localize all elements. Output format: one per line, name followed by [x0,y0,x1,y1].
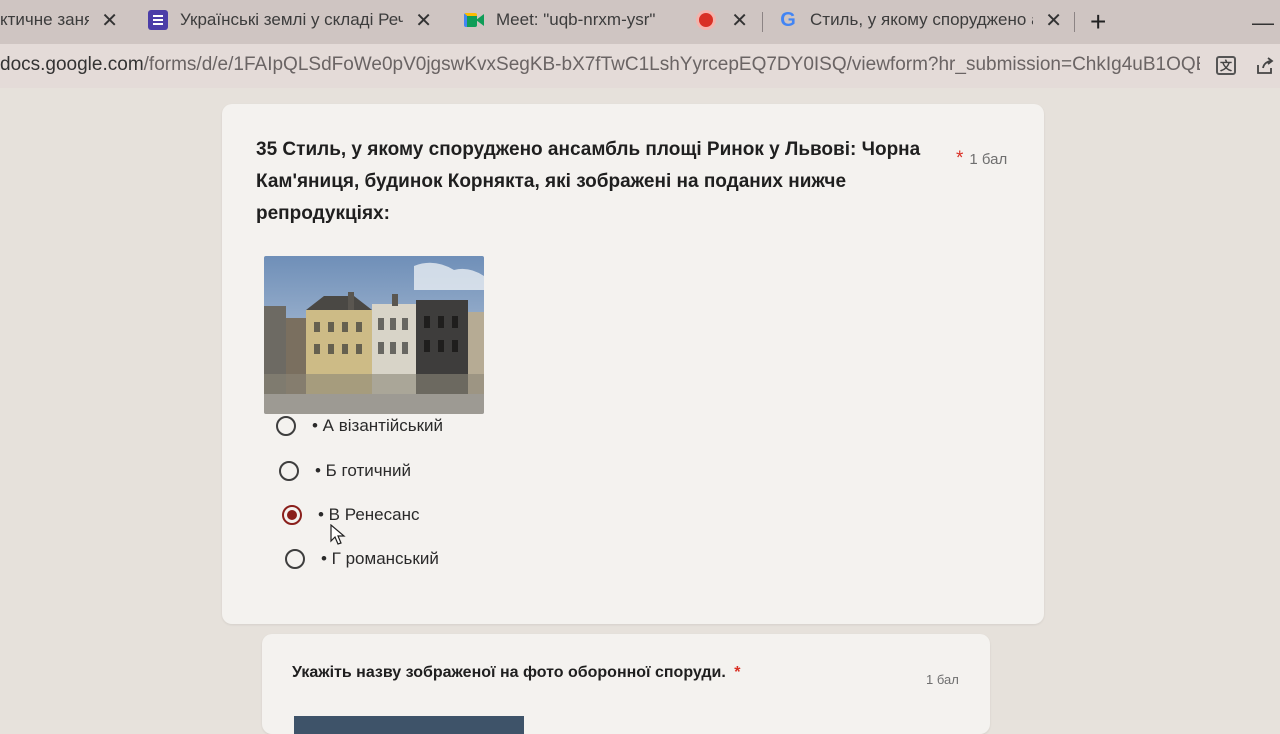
required-mark: * [734,664,741,681]
question-2-points: 1 бал [926,672,959,687]
url-path: /forms/d/e/1FAIpQLSdFoWe0pV0jgswKvxSegKB… [143,54,1200,75]
share-icon[interactable] [1254,56,1276,76]
radio-button-selected[interactable] [282,505,302,525]
question-2-title: Укажіть назву зображеної на фото оборонн… [292,664,741,682]
option-label: • А візантійський [312,416,444,435]
minimize-icon[interactable]: — [1252,10,1274,36]
recording-icon [699,13,714,27]
radio-button[interactable] [285,549,305,569]
required-mark: * [956,148,964,169]
tab-classroom[interactable]: ктичне заня ✕ [0,0,130,40]
option-label: • В Ренесанс [318,505,420,524]
question-2-image [294,716,524,734]
close-tab-icon[interactable]: ✕ [403,8,444,33]
tab-title: Meet: "uqb-nrxm-ysr" [496,10,656,29]
address-bar[interactable]: docs.google.com/forms/d/e/1FAIpQLSdFoWe0… [0,44,1280,88]
option-label: • Б готичний [315,461,411,480]
option-c[interactable]: • В Ренесанс [282,501,419,529]
tab-separator [1074,12,1075,32]
translate-icon[interactable]: 文 [1216,56,1236,75]
url-text[interactable]: docs.google.com/forms/d/e/1FAIpQLSdFoWe0… [0,54,1200,76]
radio-button[interactable] [276,416,296,436]
tab-separator [762,12,763,32]
tab-strip: ктичне заня ✕ Українські землі у складі … [0,0,1280,44]
google-forms-icon [148,10,168,30]
question-card-2: Укажіть назву зображеної на фото оборонн… [262,634,990,734]
tab-forms[interactable]: Українські землі у складі Речі П ✕ [134,0,444,40]
radio-button[interactable] [279,461,299,481]
tab-title: ктичне заня [0,10,90,29]
question-title: 35 Стиль, у якому споруджено ансамбль пл… [256,134,956,230]
mouse-cursor-icon [330,524,346,545]
question-text: 35 Стиль, у якому споруджено ансамбль пл… [256,139,921,224]
question-image [264,256,484,414]
new-tab-button[interactable]: + [1090,6,1106,38]
url-host: docs.google.com [0,54,144,75]
close-tab-icon[interactable]: ✕ [1033,8,1074,33]
question-card: 35 Стиль, у якому споруджено ансамбль пл… [222,104,1044,624]
option-b[interactable]: • Б готичний [279,457,411,485]
tab-current-question[interactable]: G Стиль, у якому споруджено анс ✕ [764,0,1074,40]
form-page: 35 Стиль, у якому споруджено ансамбль пл… [0,88,1280,734]
tab-title: Стиль, у якому споруджено анс [810,10,1033,29]
question-points: * 1 бал [956,148,1007,170]
tab-meet[interactable]: Meet: "uqb-nrxm-ysr" ✕ [450,0,760,40]
option-d[interactable]: • Г романський [285,545,439,573]
close-tab-icon[interactable]: ✕ [89,8,130,33]
option-a[interactable]: • А візантійський [276,412,443,440]
points-label: 1 бал [969,151,1008,168]
close-tab-icon[interactable]: ✕ [719,8,760,33]
question-2-text: Укажіть назву зображеної на фото оборонн… [292,664,726,681]
tab-title: Українські землі у складі Речі П [180,10,404,29]
google-meet-icon [464,10,484,30]
option-label: • Г романський [321,549,439,568]
google-icon: G [780,8,796,31]
